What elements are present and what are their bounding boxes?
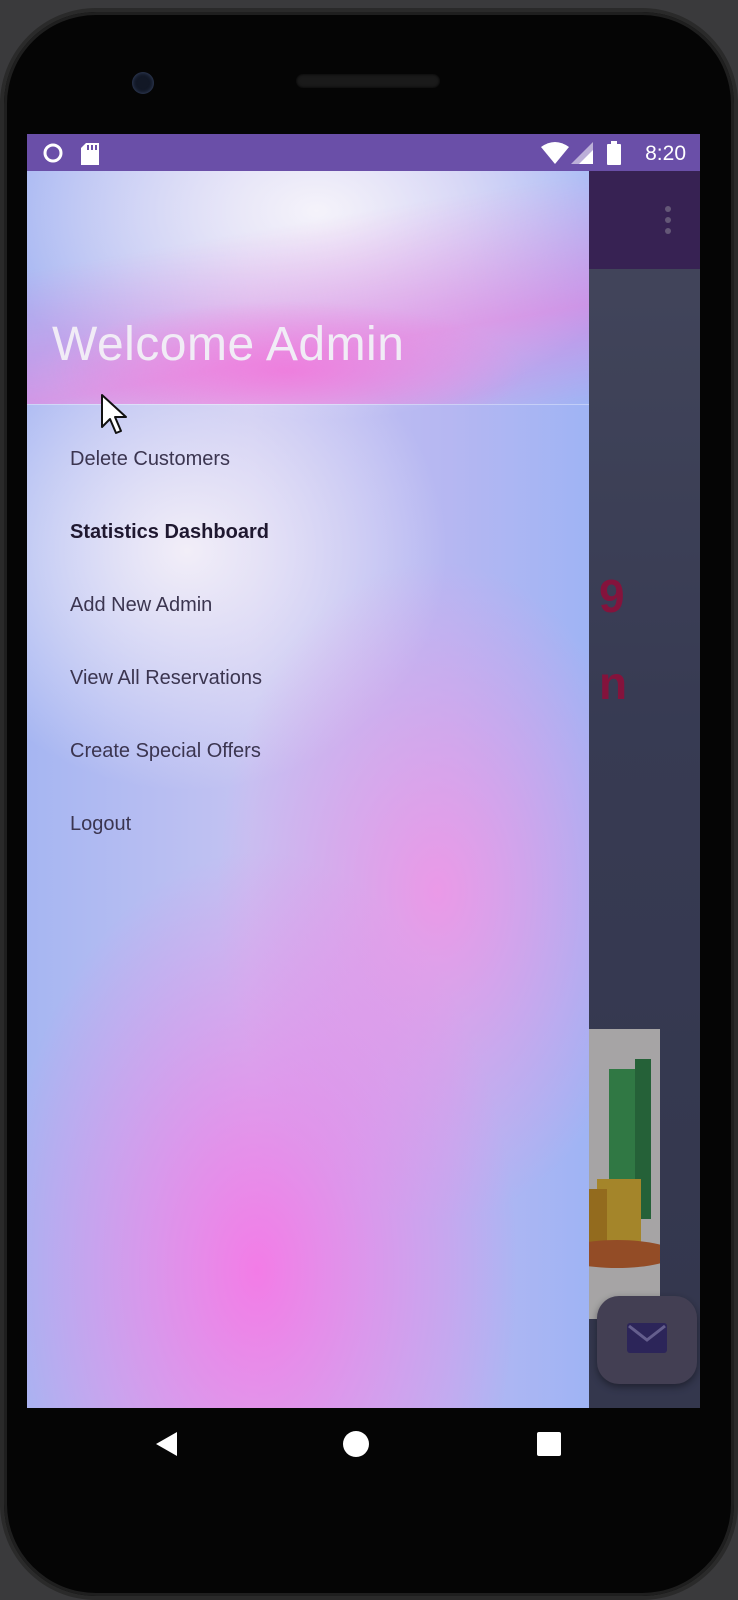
status-bar: 8:20 — [27, 134, 700, 171]
menu-item-create-special-offers[interactable]: Create Special Offers — [27, 715, 589, 788]
wifi-icon — [541, 142, 569, 169]
menu-item-statistics-dashboard[interactable]: Statistics Dashboard — [27, 496, 589, 569]
drawer-header: Welcome Admin — [27, 171, 589, 405]
front-camera — [132, 72, 154, 94]
navigation-drawer: Welcome Admin Delete Customers Statistic… — [27, 171, 589, 1408]
home-icon[interactable] — [342, 1430, 370, 1463]
recents-icon[interactable] — [537, 1432, 561, 1461]
status-time: 8:20 — [645, 142, 686, 165]
mouse-pointer-icon — [100, 393, 130, 442]
signal-icon — [571, 142, 593, 169]
menu-item-logout[interactable]: Logout — [27, 788, 589, 861]
sd-card-icon — [81, 143, 99, 170]
device-screen: 8:20 9 n Welcome Admin Delete Customers — [27, 134, 700, 1408]
earpiece-speaker — [296, 74, 440, 88]
drawer-menu: Delete Customers Statistics Dashboard Ad… — [27, 423, 589, 861]
circle-notification-icon — [43, 143, 63, 168]
drawer-welcome-title: Welcome Admin — [52, 318, 405, 371]
system-nav-bar — [27, 1408, 700, 1488]
back-icon[interactable] — [153, 1430, 179, 1463]
menu-item-add-new-admin[interactable]: Add New Admin — [27, 569, 589, 642]
battery-icon — [607, 141, 621, 170]
menu-item-view-all-reservations[interactable]: View All Reservations — [27, 642, 589, 715]
